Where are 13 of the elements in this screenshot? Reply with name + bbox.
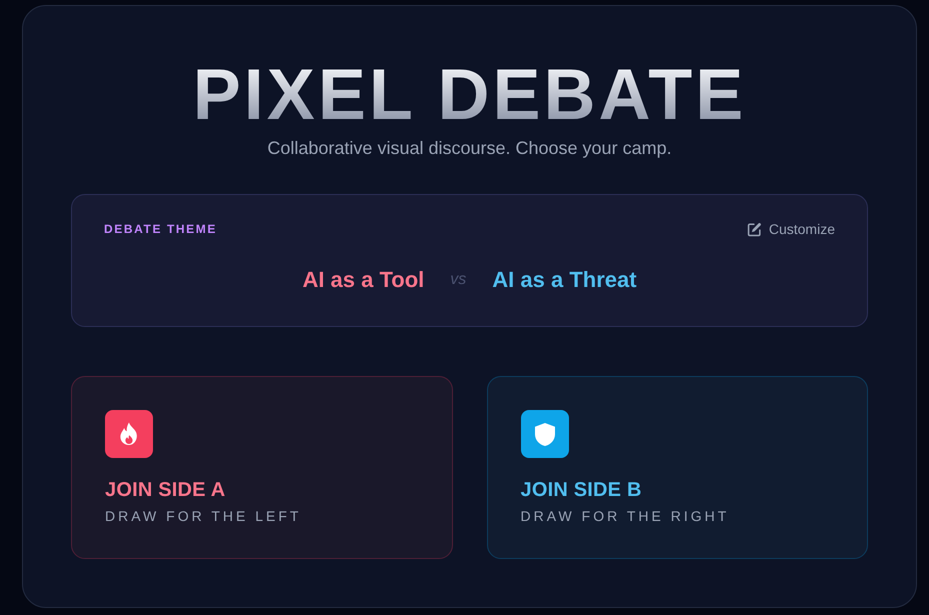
- side-card[interactable]: JOIN SIDE B DRAW FOR THE RIGHT: [486, 376, 868, 559]
- customize-button[interactable]: Customize: [746, 220, 835, 238]
- theme-label: DEBATE THEME: [104, 221, 217, 237]
- side-subtitle: DRAW FOR THE LEFT: [105, 507, 302, 525]
- side-card[interactable]: JOIN SIDE A DRAW FOR THE LEFT: [71, 376, 452, 559]
- side-subtitle: DRAW FOR THE RIGHT: [520, 507, 730, 525]
- side-title: JOIN SIDE B: [520, 478, 642, 502]
- page-subtitle: Collaborative visual discourse. Choose your camp.: [267, 137, 672, 160]
- motion-title: AI as a Tool: [302, 266, 424, 294]
- motion-title: AI as a Threat: [492, 266, 637, 294]
- pencil-square-icon: [746, 222, 762, 236]
- versus-label: vs: [450, 270, 466, 290]
- side-title: JOIN SIDE A: [105, 478, 226, 502]
